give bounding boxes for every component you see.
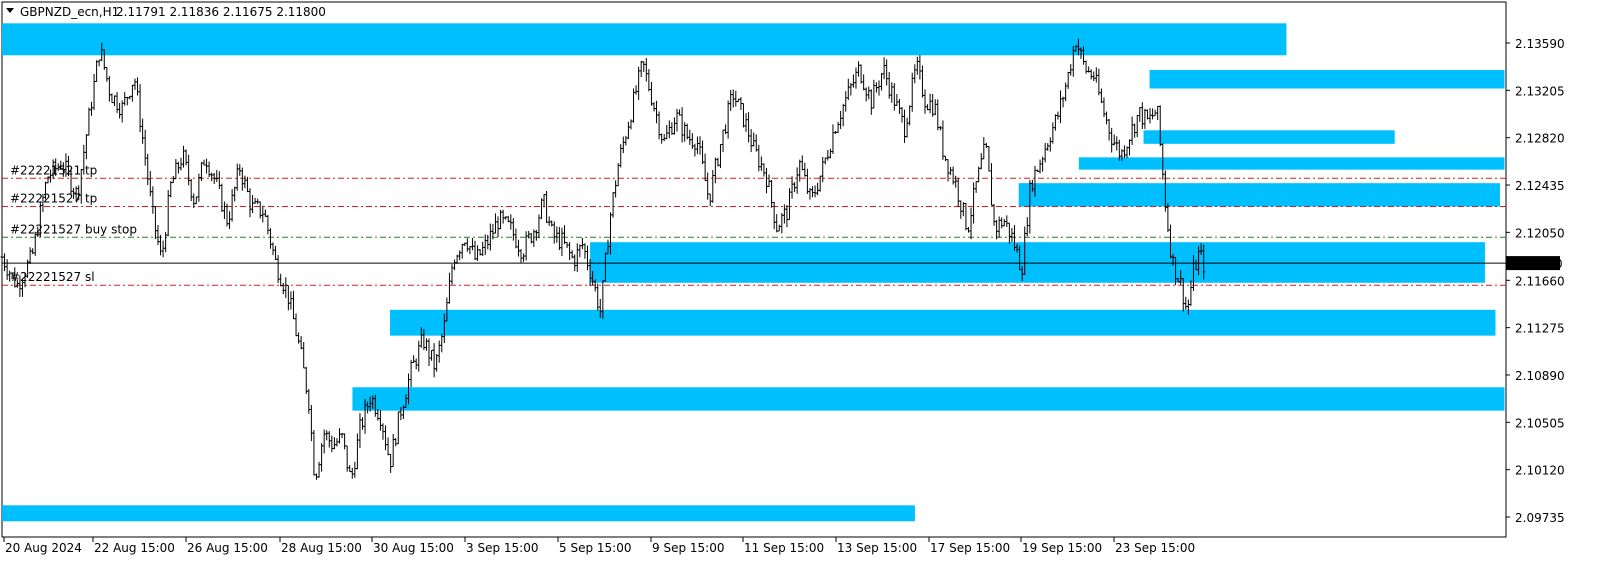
x-tick-label-0: 20 Aug 2024 xyxy=(5,541,82,555)
x-tick-label-4: 30 Aug 15:00 xyxy=(373,541,454,555)
zone-rect-5 xyxy=(590,242,1485,283)
y-tick-label-1: 2.13205 xyxy=(1515,84,1565,98)
y-tick-label-7: 2.10890 xyxy=(1515,369,1565,383)
candlestick-chart: #22221521 tp#22221527 tp#22221527 buy st… xyxy=(0,1,1565,555)
zone-rect-2 xyxy=(1143,130,1395,144)
x-tick-label-8: 11 Sep 15:00 xyxy=(744,541,824,555)
zone-rect-4 xyxy=(1018,183,1500,207)
zone-rect-7 xyxy=(352,387,1505,411)
x-tick-label-5: 3 Sep 15:00 xyxy=(466,541,538,555)
x-tick-label-9: 13 Sep 15:00 xyxy=(837,541,917,555)
order-label-1: #22221527 tp xyxy=(10,192,97,206)
zone-rect-0 xyxy=(2,23,1287,56)
y-tick-label-3: 2.12435 xyxy=(1515,179,1565,193)
symbol-label: GBPNZD_ecn,H1 xyxy=(20,5,119,19)
time-axis: 20 Aug 2024 22 Aug 15:00 26 Aug 15:00 28 Au… xyxy=(3,537,1195,555)
current-price-label: 2.11800 xyxy=(1513,257,1563,271)
x-tick-label-6: 5 Sep 15:00 xyxy=(559,541,631,555)
chart-header: GBPNZD_ecn,H1 2.11791 2.11836 2.11675 2.… xyxy=(6,5,326,19)
x-tick-label-3: 28 Aug 15:00 xyxy=(281,541,362,555)
zone-rect-6 xyxy=(390,309,1496,336)
x-tick-label-7: 9 Sep 15:00 xyxy=(652,541,724,555)
y-tick-label-0: 2.13590 xyxy=(1515,37,1565,51)
y-tick-label-6: 2.11275 xyxy=(1515,322,1565,336)
zone-rect-1 xyxy=(1149,70,1505,89)
x-tick-label-2: 26 Aug 15:00 xyxy=(187,541,268,555)
price-axis: 2.13590 2.13205 2.12820 2.12435 2.12050 2.116… xyxy=(1506,37,1565,525)
x-tick-label-12: 23 Sep 15:00 xyxy=(1115,541,1195,555)
y-tick-label-2: 2.12820 xyxy=(1515,132,1565,146)
ohlc-values: 2.11791 2.11836 2.11675 2.11800 xyxy=(116,5,326,19)
order-label-2: #22221527 buy stop xyxy=(10,222,137,236)
y-tick-label-4: 2.12050 xyxy=(1515,226,1565,240)
y-tick-label-10: 2.09735 xyxy=(1515,511,1565,525)
x-tick-label-11: 19 Sep 15:00 xyxy=(1022,541,1102,555)
y-tick-label-5: 2.11660 xyxy=(1515,274,1565,288)
x-tick-label-1: 22 Aug 15:00 xyxy=(94,541,175,555)
y-tick-label-8: 2.10505 xyxy=(1515,416,1565,430)
zone-rect-3 xyxy=(1078,157,1505,170)
y-tick-label-9: 2.10120 xyxy=(1515,464,1565,478)
zone-rect-8 xyxy=(2,505,915,522)
x-tick-label-10: 17 Sep 15:00 xyxy=(930,541,1010,555)
